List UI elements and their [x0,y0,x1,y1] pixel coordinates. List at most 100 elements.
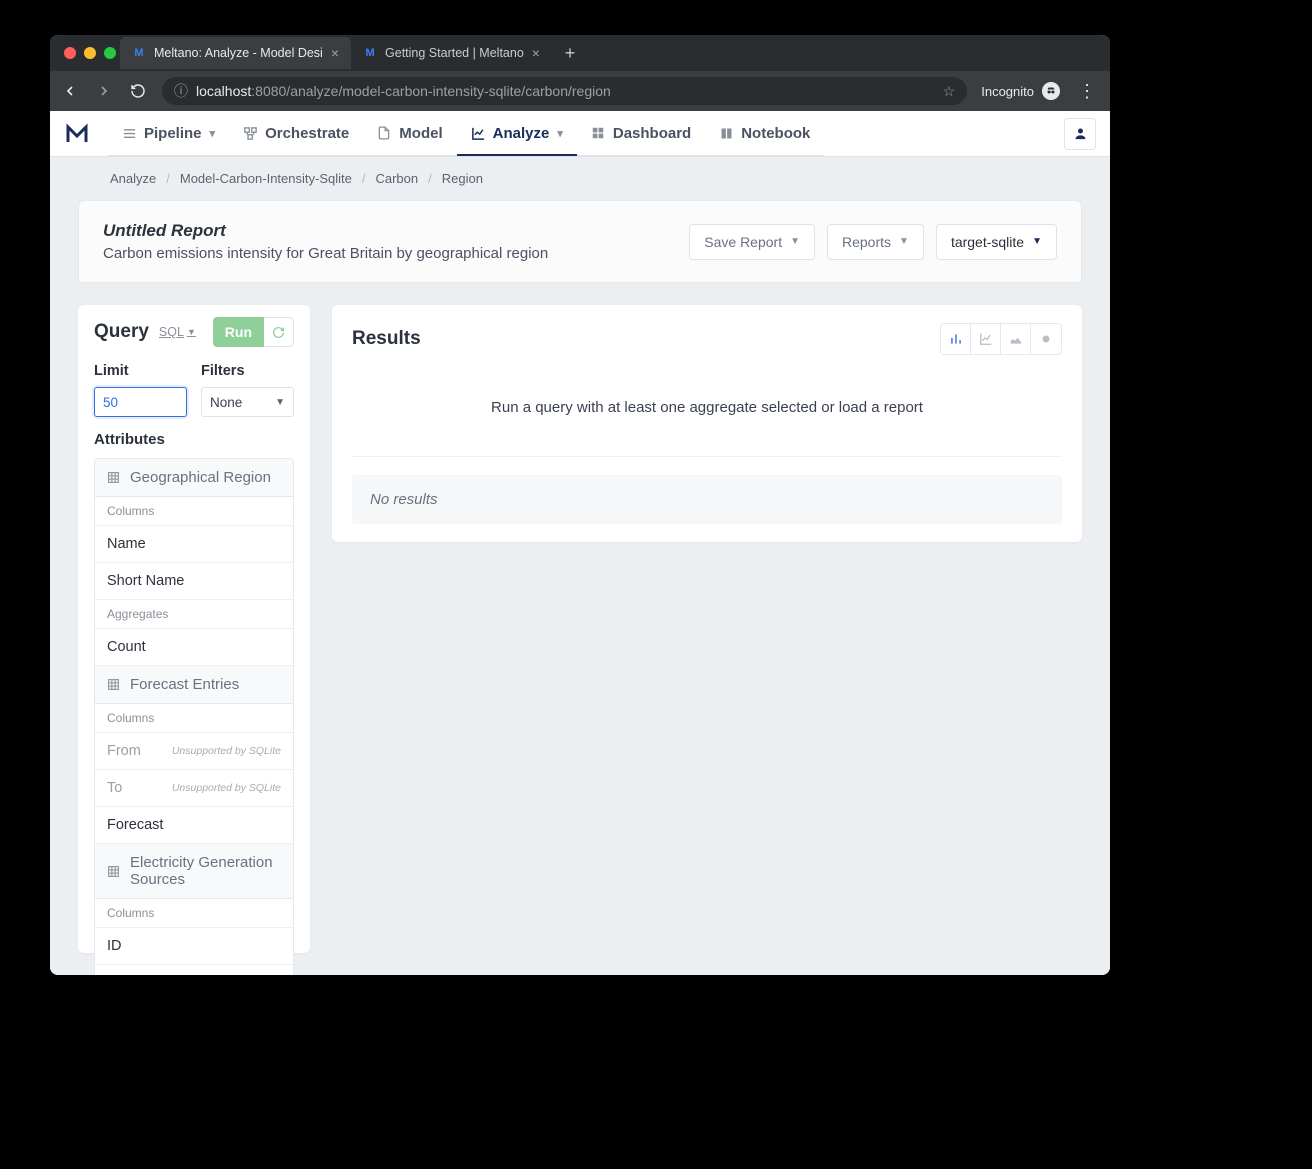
incognito-indicator: Incognito [981,82,1060,100]
back-button[interactable] [60,83,80,99]
nav-pipeline[interactable]: Pipeline ▾ [108,111,229,155]
breadcrumb-item[interactable]: Region [442,171,483,186]
tab-title: Meltano: Analyze - Model Desi [154,46,323,60]
browser-tabs: M Meltano: Analyze - Model Desi × M Gett… [50,35,1110,71]
limit-input[interactable] [94,387,187,417]
notebook-icon [719,126,735,141]
chevron-down-icon: ▼ [187,327,196,337]
attribute-label: Count [107,639,146,655]
report-subtitle: Carbon emissions intensity for Great Bri… [103,245,677,262]
nav-label: Dashboard [613,125,691,142]
scatter-chart-icon[interactable] [1031,324,1061,354]
attribute-section-heading: Columns [95,704,293,733]
results-panel: Results Run a query with at least one ag… [332,305,1082,542]
query-panel: Query SQL ▼ Run Limit [78,305,310,953]
new-tab-button[interactable]: + [556,43,584,64]
sql-toggle[interactable]: SQL ▼ [159,325,196,339]
loader-select[interactable]: target-sqlite ▼ [936,224,1057,260]
run-button[interactable]: Run [213,317,264,347]
attribute-item[interactable]: Short Name [95,563,293,600]
incognito-label: Incognito [981,84,1034,99]
browser-menu-icon[interactable]: ⋮ [1074,81,1100,102]
browser-toolbar: ⓘ localhost:8080/analyze/model-carbon-in… [50,71,1110,111]
refresh-button[interactable] [264,317,294,347]
report-title: Untitled Report [103,221,677,241]
attribute-label: From [107,743,141,759]
browser-tab[interactable]: M Meltano: Analyze - Model Desi × [120,37,351,69]
nav-analyze[interactable]: Analyze ▾ [457,111,577,155]
meltano-favicon-icon: M [132,46,146,60]
filters-label: Filters [201,363,294,379]
attribute-group-name: Geographical Region [130,469,271,486]
attribute-label: ID [107,938,122,954]
attribute-item: From Unsupported by SQLite [95,733,293,770]
chevron-down-icon: ▼ [899,236,909,247]
top-nav: Pipeline ▾ Orchestrate Model Analyze ▾ [50,111,1110,157]
tab-close-icon[interactable]: × [331,45,339,61]
attribute-item[interactable]: ID [95,928,293,965]
nav-items: Pipeline ▾ Orchestrate Model Analyze ▾ [108,111,824,156]
button-label: Save Report [704,234,782,250]
attribute-group-header[interactable]: Forecast Entries [95,666,293,704]
reload-button[interactable] [128,83,148,99]
attribute-section-heading: Columns [95,899,293,928]
button-label: target-sqlite [951,234,1024,250]
nav-notebook[interactable]: Notebook [705,111,824,155]
user-menu-button[interactable] [1064,118,1096,150]
chart-type-toggle [940,323,1062,355]
chevron-down-icon: ▾ [210,127,216,140]
browser-chrome: M Meltano: Analyze - Model Desi × M Gett… [50,35,1110,111]
breadcrumb-item[interactable]: Model-Carbon-Intensity-Sqlite [180,171,352,186]
filters-select[interactable]: None ▼ [201,387,294,417]
chevron-down-icon: ▾ [557,127,563,140]
unsupported-badge: Unsupported by SQLite [172,745,281,757]
browser-window: M Meltano: Analyze - Model Desi × M Gett… [50,35,1110,975]
attribute-group-name: Forecast Entries [130,676,239,693]
bar-chart-icon[interactable] [941,324,971,354]
report-header: Untitled Report Carbon emissions intensi… [78,200,1082,283]
filters-value: None [210,395,242,410]
nav-dashboard[interactable]: Dashboard [577,111,705,155]
url-path: :8080/analyze/model-carbon-intensity-sql… [251,83,611,99]
attributes-list: Geographical Region Columns Name Short Name… [94,458,294,975]
bookmark-star-icon[interactable]: ☆ [943,83,956,100]
tab-close-icon[interactable]: × [532,45,540,61]
pipeline-icon [122,126,138,141]
query-title: Query [94,321,149,343]
attribute-item[interactable]: Forecast [95,807,293,844]
address-bar[interactable]: ⓘ localhost:8080/analyze/model-carbon-in… [162,77,967,105]
line-chart-icon[interactable] [971,324,1001,354]
breadcrumb: Analyze/ Model-Carbon-Intensity-Sqlite/ … [50,157,1110,200]
attribute-group-header[interactable]: Geographical Region [95,459,293,497]
table-icon [107,678,120,691]
attribute-label: To [107,780,122,796]
browser-tab[interactable]: M Getting Started | Meltano × [351,37,552,69]
nav-orchestrate[interactable]: Orchestrate [229,111,363,155]
forward-button[interactable] [94,83,114,99]
chevron-down-icon: ▼ [1032,236,1042,247]
nav-model[interactable]: Model [363,111,456,155]
area-chart-icon[interactable] [1001,324,1031,354]
attribute-label: Short Name [107,573,184,589]
save-report-button[interactable]: Save Report ▼ [689,224,815,260]
results-hint: Run a query with at least one aggregate … [352,379,1062,457]
table-icon [107,471,120,484]
analyze-icon [471,126,487,141]
attribute-item[interactable]: Name [95,526,293,563]
app-root: Pipeline ▾ Orchestrate Model Analyze ▾ [50,111,1110,975]
breadcrumb-item[interactable]: Carbon [375,171,418,186]
attribute-label: Name [107,536,146,552]
attribute-item[interactable]: Entry ID [95,965,293,975]
breadcrumb-item[interactable]: Analyze [110,171,156,186]
meltano-logo-icon[interactable] [64,121,90,147]
reports-dropdown[interactable]: Reports ▼ [827,224,924,260]
site-info-icon[interactable]: ⓘ [174,81,188,101]
attribute-section-heading: Aggregates [95,600,293,629]
attributes-heading: Attributes [94,431,294,448]
model-icon [377,126,393,140]
attribute-group-header[interactable]: Electricity Generation Sources [95,844,293,899]
chevron-down-icon: ▼ [275,397,285,408]
button-label: Reports [842,234,891,250]
attribute-item[interactable]: Count [95,629,293,666]
limit-label: Limit [94,363,187,379]
